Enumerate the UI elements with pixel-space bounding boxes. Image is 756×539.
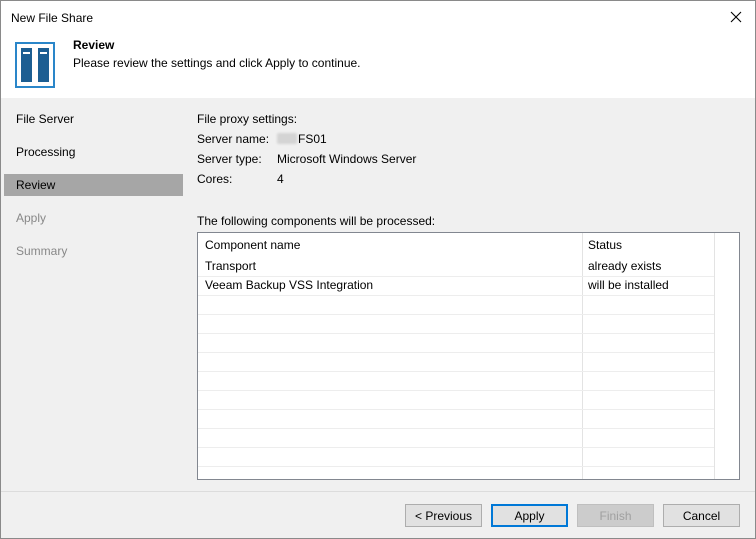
component-name-cell: Transport: [205, 259, 256, 273]
row-divider: [198, 466, 714, 467]
components-title: The following components will be process…: [197, 214, 436, 228]
column-header-component[interactable]: Component name: [198, 233, 300, 257]
component-status-cell: will be installed: [588, 278, 669, 292]
new-file-share-window: New File Share Review Please review the …: [0, 0, 756, 539]
wizard-header: Review Please review the settings and cl…: [1, 33, 755, 98]
row-divider: [198, 352, 714, 353]
nav-step-summary: Summary: [16, 244, 68, 258]
nav-step-file-server[interactable]: File Server: [1, 108, 183, 130]
review-content: File proxy settings: Server name: FS01 S…: [183, 98, 755, 491]
component-status-cell: already exists: [588, 259, 662, 273]
row-divider: [198, 409, 714, 410]
wizard-footer: < Previous Apply Finish Cancel: [1, 491, 755, 538]
window-title: New File Share: [11, 11, 94, 25]
cancel-button[interactable]: Cancel: [663, 504, 740, 527]
close-button[interactable]: [723, 5, 749, 29]
row-divider: [198, 333, 714, 334]
proxy-settings-title: File proxy settings:: [197, 112, 298, 126]
server-type-label: Server type:: [197, 152, 262, 166]
row-divider: [198, 447, 714, 448]
server-type-value: Microsoft Windows Server: [277, 152, 417, 166]
component-name-cell: Veeam Backup VSS Integration: [205, 278, 374, 292]
server-name-label: Server name:: [197, 132, 270, 146]
apply-button[interactable]: Apply: [491, 504, 568, 527]
redacted-mask: [277, 133, 297, 144]
file-share-server-icon: [15, 42, 55, 88]
row-divider: [198, 428, 714, 429]
row-divider: [198, 314, 714, 315]
page-title: Review: [73, 38, 115, 52]
page-subtitle: Please review the settings and click App…: [73, 56, 361, 70]
row-divider: [198, 295, 714, 296]
nav-step-review[interactable]: Review: [4, 174, 183, 196]
wizard-steps-nav: File Server Processing Review Apply Summ…: [1, 98, 183, 491]
nav-step-apply: Apply: [16, 211, 47, 225]
finish-button: Finish: [577, 504, 654, 527]
column-header-status[interactable]: Status: [581, 233, 622, 257]
components-table[interactable]: Component name Status Transport already …: [197, 232, 740, 480]
nav-step-processing[interactable]: Processing: [1, 141, 183, 163]
title-bar: New File Share: [1, 1, 755, 33]
row-divider: [198, 390, 714, 391]
close-icon: [730, 11, 742, 23]
server-name-value: FS01: [277, 132, 327, 146]
previous-button[interactable]: < Previous: [405, 504, 482, 527]
cores-value: 4: [277, 172, 284, 186]
cores-label: Cores:: [197, 172, 233, 186]
column-divider: [714, 233, 715, 479]
row-divider: [198, 371, 714, 372]
